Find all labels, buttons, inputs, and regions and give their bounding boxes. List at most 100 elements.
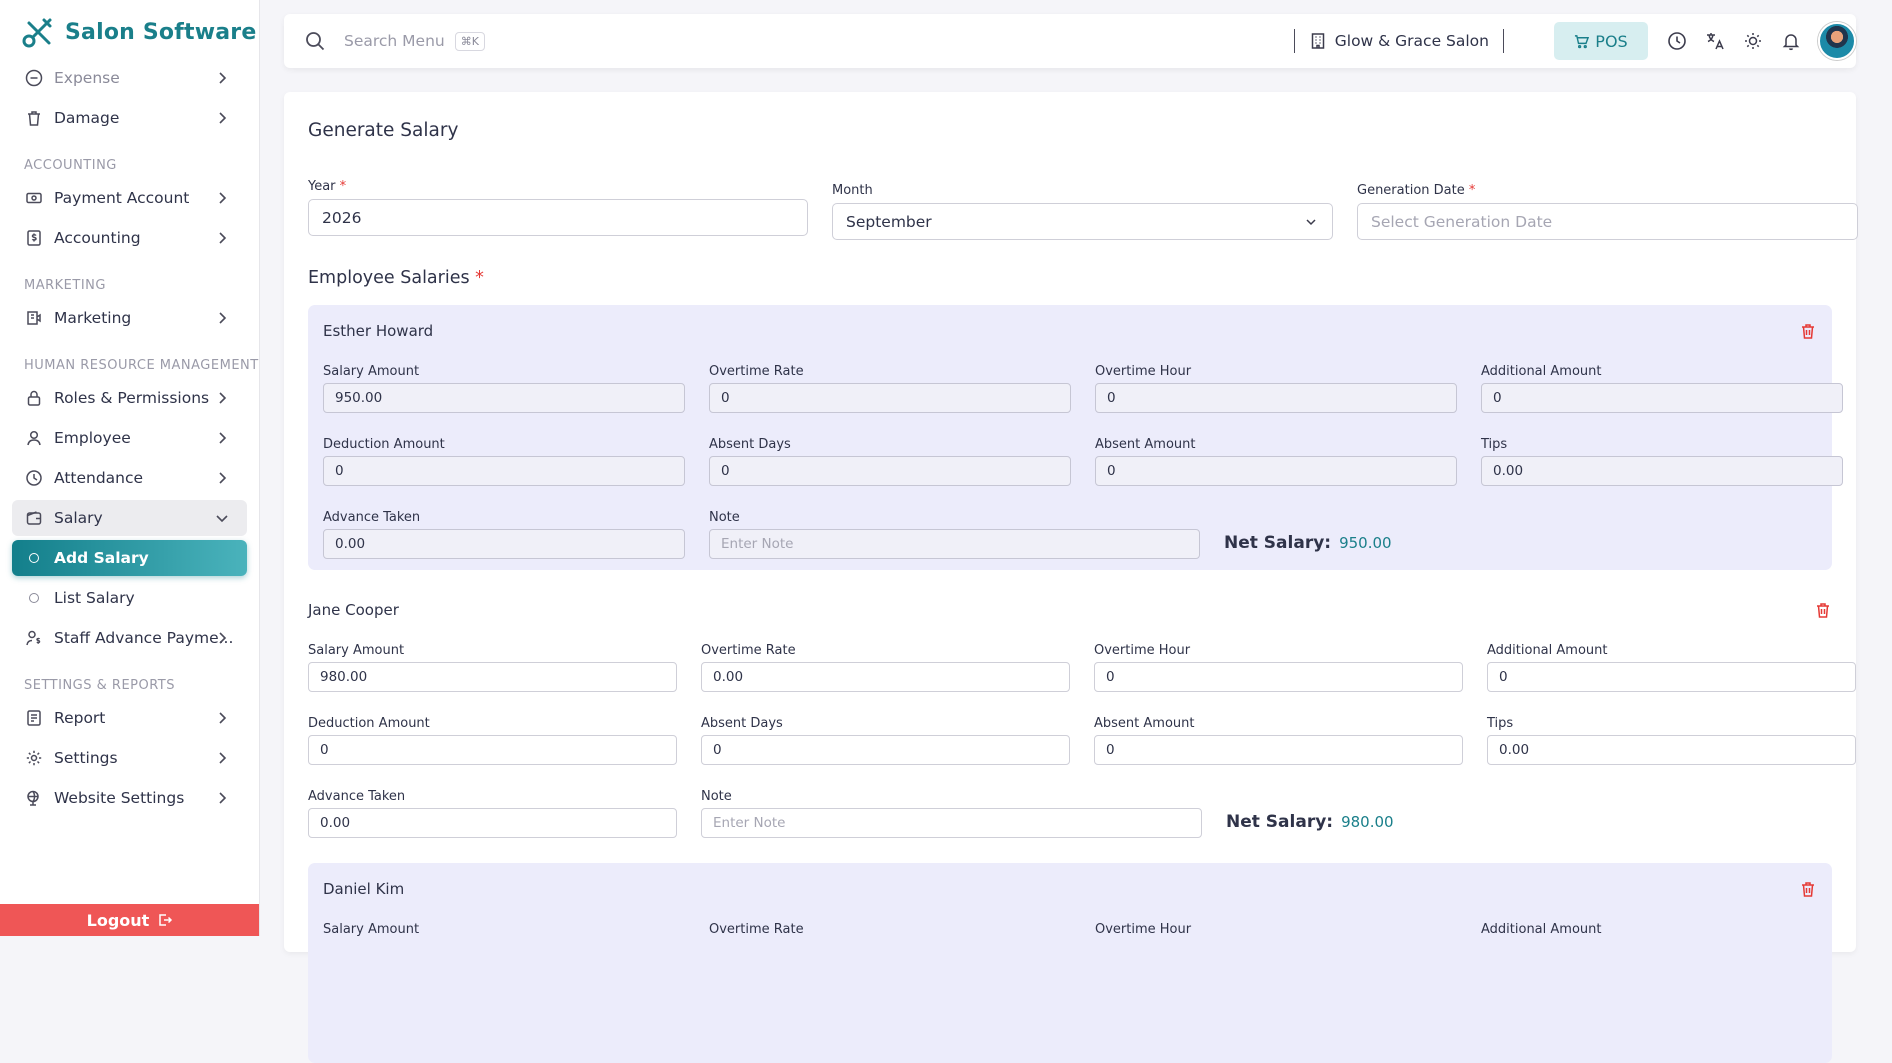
search-icon[interactable]	[304, 30, 326, 52]
sidebar-item-payment-account[interactable]: Payment Account	[12, 180, 247, 216]
advance-taken-input[interactable]: 0.00	[308, 808, 677, 838]
search-input[interactable]: Search Menu	[344, 32, 445, 50]
chevron-right-icon	[219, 232, 227, 244]
sidebar-item-list-salary[interactable]: List Salary	[12, 580, 247, 616]
employee-name: Esther Howard	[323, 322, 434, 340]
topbar: Search Menu ⌘K Glow & Grace Salon POS	[284, 14, 1856, 68]
sidebar-item-label: List Salary	[54, 589, 135, 607]
wallet-icon	[24, 508, 44, 528]
avatar[interactable]	[1818, 22, 1856, 60]
branch-selector[interactable]: Glow & Grace Salon	[1309, 32, 1489, 50]
section-title-accounting: ACCOUNTING	[24, 157, 117, 173]
sidebar-item-settings[interactable]: Settings	[12, 740, 247, 776]
logout-label: Logout	[86, 910, 150, 930]
sidebar-item-add-salary[interactable]: Add Salary	[12, 540, 247, 576]
generation-date-label-text: Generation Date	[1357, 183, 1465, 198]
note-input[interactable]: Enter Note	[709, 529, 1200, 559]
user-dollar-icon	[24, 628, 44, 648]
salary-amount-input[interactable]: 980.00	[308, 662, 677, 692]
deduction-amount-label: Deduction Amount	[308, 716, 430, 731]
month-select[interactable]: September	[832, 203, 1333, 240]
employee-salary-row: Jane Cooper Salary Amount 980.00 Overtim…	[308, 584, 1856, 849]
overtime-hour-input[interactable]: 0	[1095, 383, 1457, 413]
additional-amount-input[interactable]: 0	[1487, 662, 1856, 692]
chevron-right-icon	[219, 192, 227, 204]
overtime-rate-label: Overtime Rate	[709, 922, 804, 937]
additional-amount-label: Additional Amount	[1487, 643, 1608, 658]
report-icon	[24, 708, 44, 728]
overtime-hour-label: Overtime Hour	[1095, 364, 1192, 379]
trash-icon[interactable]	[1814, 601, 1832, 619]
logout-button[interactable]: Logout	[0, 904, 259, 936]
globe-icon	[24, 788, 44, 808]
sidebar-item-damage[interactable]: Damage	[12, 100, 247, 136]
sidebar-item-label: Attendance	[54, 469, 144, 487]
overtime-hour-input[interactable]: 0	[1094, 662, 1463, 692]
sidebar-item-expense[interactable]: Expense	[12, 60, 247, 96]
salary-amount-input[interactable]: 950.00	[323, 383, 685, 413]
required-mark: *	[339, 179, 347, 194]
overtime-rate-input[interactable]: 0.00	[701, 662, 1070, 692]
sidebar-item-report[interactable]: Report	[12, 700, 247, 736]
note-input[interactable]: Enter Note	[701, 808, 1202, 838]
tips-input[interactable]: 0.00	[1481, 456, 1843, 486]
net-salary-value: 980.00	[1341, 813, 1394, 831]
pos-label: POS	[1595, 31, 1628, 51]
sidebar-item-salary[interactable]: Salary	[12, 500, 247, 536]
sidebar-item-label: Staff Advance Payme...	[54, 629, 234, 647]
brand[interactable]: Salon Software	[0, 0, 259, 64]
sidebar-item-marketing[interactable]: Marketing	[12, 300, 247, 336]
overtime-hour-label: Overtime Hour	[1094, 643, 1191, 658]
chevron-down-icon	[1306, 219, 1316, 226]
chevron-right-icon	[219, 72, 227, 84]
tips-label: Tips	[1481, 437, 1508, 452]
overtime-rate-label: Overtime Rate	[709, 364, 804, 379]
trash-icon[interactable]	[1799, 322, 1817, 340]
sidebar-item-roles-permissions[interactable]: Roles & Permissions	[12, 380, 247, 416]
sidebar-item-attendance[interactable]: Attendance	[12, 460, 247, 496]
absent-days-input[interactable]: 0	[701, 735, 1070, 765]
pos-button[interactable]: POS	[1554, 22, 1648, 60]
note-label: Note	[701, 789, 732, 804]
advance-taken-input[interactable]: 0.00	[323, 529, 685, 559]
sidebar-item-staff-advance-payment[interactable]: Staff Advance Payme...	[12, 620, 247, 656]
translate-icon[interactable]	[1704, 30, 1726, 52]
absent-days-input[interactable]: 0	[709, 456, 1071, 486]
required-mark: *	[1468, 183, 1476, 198]
trash-icon[interactable]	[1799, 880, 1817, 898]
overtime-rate-label: Overtime Rate	[701, 643, 796, 658]
net-salary-label: Net Salary:	[1224, 533, 1332, 553]
generation-date-input[interactable]: Select Generation Date	[1357, 203, 1858, 240]
overtime-rate-input[interactable]: 0	[709, 383, 1071, 413]
chevron-right-icon	[219, 312, 227, 324]
dollar-file-icon	[24, 228, 44, 248]
sidebar-item-accounting[interactable]: Accounting	[12, 220, 247, 256]
deduction-amount-input[interactable]: 0	[323, 456, 685, 486]
employee-salaries-text: Employee Salaries	[308, 268, 470, 288]
trash-icon	[24, 108, 44, 128]
section-title-marketing: MARKETING	[24, 277, 106, 293]
net-salary-value: 950.00	[1339, 534, 1392, 552]
sidebar-item-label: Add Salary	[54, 549, 149, 567]
clock-icon[interactable]	[1666, 30, 1688, 52]
sidebar-item-employee[interactable]: Employee	[12, 420, 247, 456]
tips-input[interactable]: 0.00	[1487, 735, 1856, 765]
cash-icon	[24, 188, 44, 208]
building-icon	[1311, 33, 1324, 49]
deduction-amount-input[interactable]: 0	[308, 735, 677, 765]
sun-icon[interactable]	[1742, 30, 1764, 52]
sidebar-item-label: Website Settings	[54, 789, 185, 807]
circle-bullet-icon	[24, 588, 44, 608]
page-title: Generate Salary	[308, 120, 459, 141]
sidebar-item-website-settings[interactable]: Website Settings	[12, 780, 247, 816]
clock-icon	[24, 468, 44, 488]
chevron-right-icon	[219, 792, 227, 804]
year-input[interactable]: 2026	[308, 199, 808, 236]
absent-days-label: Absent Days	[709, 437, 791, 452]
absent-amount-input[interactable]: 0	[1095, 456, 1457, 486]
chevron-right-icon	[219, 112, 227, 124]
bell-icon[interactable]	[1780, 30, 1802, 52]
advance-taken-label: Advance Taken	[308, 789, 406, 804]
additional-amount-input[interactable]: 0	[1481, 383, 1843, 413]
absent-amount-input[interactable]: 0	[1094, 735, 1463, 765]
